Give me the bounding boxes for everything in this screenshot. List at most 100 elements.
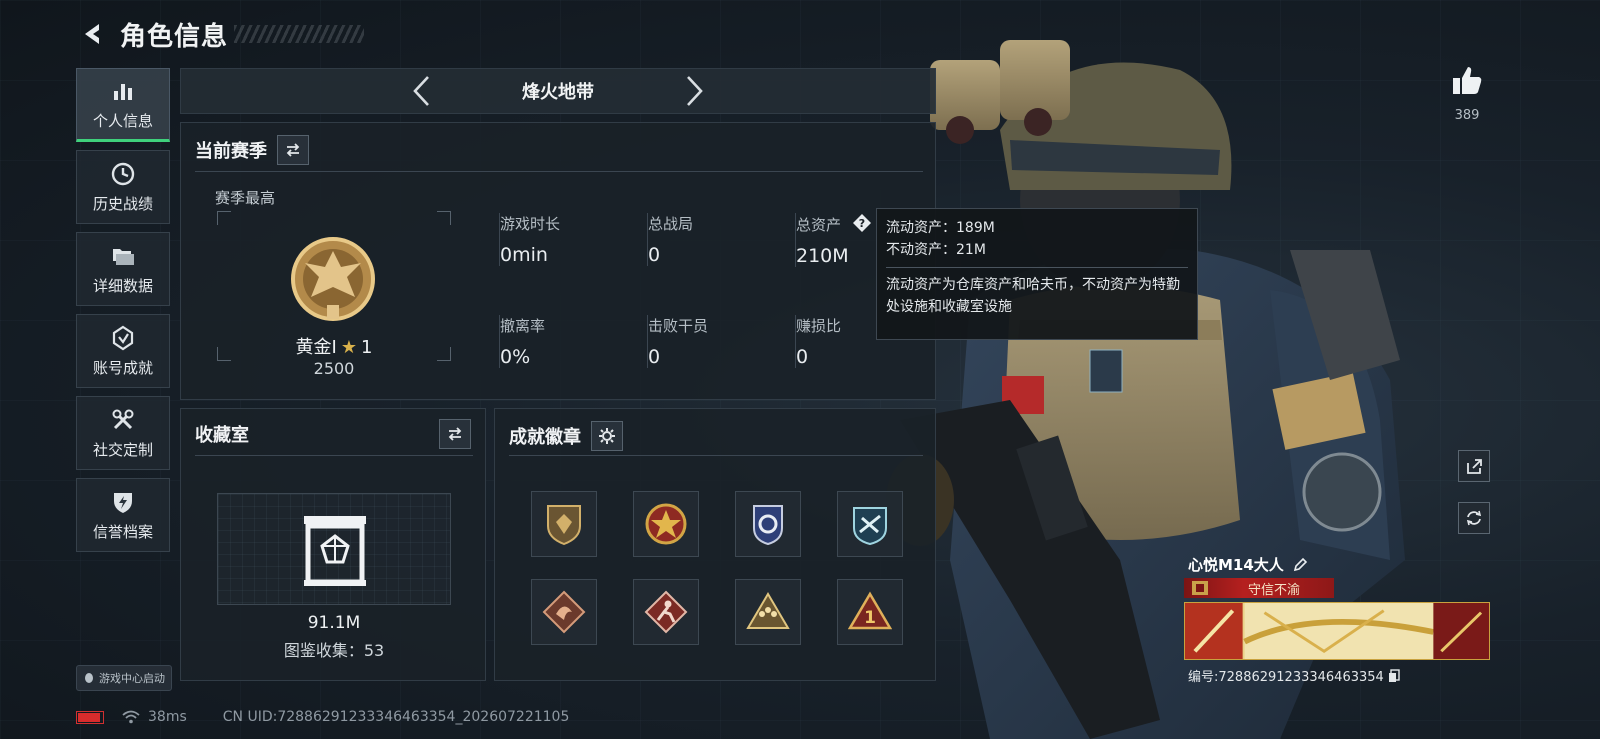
player-name: 心悦M14大人 — [1188, 554, 1308, 575]
collection-value: 91.1M — [307, 613, 361, 633]
player-name-text: 心悦M14大人 — [1188, 556, 1284, 574]
sidebar-item-achievements[interactable]: 账号成就 — [76, 314, 170, 388]
battery-level — [78, 712, 100, 722]
current-season-panel: 当前赛季 赛季最高 黄金I ★ 1 2500 游戏时长 0min 总战局 0 总资产… — [180, 122, 936, 400]
collection-preview[interactable] — [217, 493, 451, 605]
penguin-icon — [85, 673, 93, 683]
clock-icon — [111, 162, 135, 185]
badge-slot[interactable] — [735, 491, 801, 557]
swap-icon — [448, 427, 462, 441]
badge-slot[interactable] — [633, 491, 699, 557]
thumbs-up-icon — [1453, 67, 1482, 94]
badge-slot[interactable] — [837, 491, 903, 557]
page-title: 角色信息 — [120, 21, 229, 52]
stat-value: 0% — [500, 346, 531, 368]
refresh-icon — [1466, 510, 1482, 526]
stat-label: 游戏时长 — [500, 215, 561, 233]
stat-operators-defeated: 击败干员 0 — [647, 315, 708, 368]
sidebar-item-personal-info[interactable]: 个人信息 — [76, 68, 170, 142]
question-icon[interactable]: ? — [852, 213, 872, 233]
title-emblem-icon — [1192, 581, 1208, 595]
rank-display: 黄金I ★ 1 2500 — [217, 211, 451, 378]
collection-room-panel: 收藏室 91.1M 图鉴收集：53 — [180, 408, 486, 681]
switch-collection-button[interactable] — [439, 419, 471, 449]
divider — [195, 455, 473, 456]
share-icon — [1467, 459, 1482, 474]
stat-label: 总资产 — [796, 216, 842, 234]
sidebar-item-label: 历史战绩 — [92, 194, 153, 213]
badge-slot[interactable] — [531, 579, 597, 645]
title-decoration — [234, 25, 365, 43]
back-button[interactable] — [76, 17, 110, 51]
rank-name: 黄金I ★ 1 — [217, 333, 451, 359]
badge-slot[interactable] — [735, 579, 801, 645]
star-icon: ★ — [340, 337, 357, 358]
tooltip-divider — [886, 267, 1188, 268]
swap-icon — [286, 143, 300, 157]
sidebar-item-label: 个人信息 — [92, 111, 153, 130]
stat-total-matches: 总战局 0 — [647, 213, 693, 266]
sidebar-item-match-history[interactable]: 历史战绩 — [76, 150, 170, 224]
gold-shield-badge-icon — [547, 505, 581, 546]
wifi-icon — [122, 710, 140, 724]
stat-play-time: 游戏时长 0min — [499, 213, 560, 266]
chevron-left-icon[interactable] — [410, 74, 432, 108]
rank-score: 2500 — [313, 359, 355, 378]
tooltip-description: 流动资产为仓库资产和哈夫币，不动资产为特勤处设施和收藏室设施 — [886, 277, 1180, 315]
divider — [509, 455, 923, 456]
mode-title: 烽火地带 — [522, 82, 594, 103]
dragon-badge-icon — [542, 590, 586, 634]
stat-label: 赚损比 — [796, 317, 842, 335]
game-center-launch-button[interactable]: 游戏中心启动 — [76, 665, 172, 691]
stat-value: 0 — [648, 346, 661, 368]
star-emblem-badge-icon — [645, 503, 687, 545]
sidebar-item-detailed-data[interactable]: 详细数据 — [76, 232, 170, 306]
chevron-right-icon[interactable] — [684, 74, 706, 108]
stat-profit-ratio: 赚损比 0 — [795, 315, 841, 368]
bar-chart-icon — [114, 83, 132, 100]
mode-selector: 烽火地带 — [180, 68, 936, 114]
stat-label: 总战局 — [648, 215, 694, 233]
player-title-plate: 守信不渝 — [1184, 578, 1334, 598]
refresh-button[interactable] — [1458, 502, 1490, 534]
badge-slot[interactable] — [633, 579, 699, 645]
tooltip-fixed-assets: 不动资产：21M — [886, 242, 986, 258]
player-id-text: 编号:7288629123334646335​4 — [1188, 670, 1384, 685]
badge-slot[interactable] — [531, 491, 597, 557]
sidebar-item-social-custom[interactable]: 社交定制 — [76, 396, 170, 470]
tools-icon — [112, 409, 134, 429]
gold-rank-medal-icon — [291, 237, 375, 321]
player-banner-card[interactable] — [1184, 602, 1490, 660]
folders-icon — [113, 248, 134, 265]
stat-label: 击败干员 — [648, 317, 709, 335]
sidebar-item-credit-record[interactable]: 信誉档案 — [76, 478, 170, 552]
status-bar: 38ms CN UID:72886291233346463354_2026072… — [76, 707, 569, 727]
ping-text: 38ms — [148, 709, 187, 725]
rank-stars: 1 — [361, 337, 373, 358]
switch-season-button[interactable] — [277, 135, 309, 165]
battery-icon — [76, 710, 104, 724]
divider — [195, 171, 923, 172]
rank-tier: 黄金I — [295, 337, 337, 358]
season-best-label: 赛季最高 — [215, 189, 276, 207]
badge-settings-button[interactable] — [591, 421, 623, 451]
share-button[interactable] — [1458, 450, 1490, 482]
badge-slot[interactable]: 1 — [837, 579, 903, 645]
copy-icon[interactable] — [1388, 668, 1400, 683]
svg-text:1: 1 — [864, 608, 876, 628]
sidebar-item-label: 社交定制 — [92, 440, 153, 459]
assets-tooltip: 流动资产：189M 不动资产：21M 流动资产为仓库资产和哈夫币，不动资产为特勤… — [876, 208, 1198, 340]
edit-icon[interactable] — [1292, 557, 1308, 573]
number-one-badge-icon: 1 — [848, 591, 892, 630]
like-button[interactable]: 389 — [1444, 64, 1490, 123]
shield-bolt-icon — [114, 492, 132, 513]
vault-gem-icon — [304, 516, 366, 586]
blue-shield-badge-icon — [753, 505, 783, 546]
stat-extract-rate: 撤离率 0% — [499, 315, 545, 368]
stat-label: 撤离率 — [500, 317, 546, 335]
season-title: 当前赛季 — [195, 141, 267, 162]
stat-value: 210M — [796, 245, 849, 267]
sidebar-item-label: 详细数据 — [92, 276, 153, 295]
stat-total-assets: 总资产 ? 210M — [795, 213, 872, 267]
stat-label-row: 总资产 ? — [796, 213, 872, 235]
